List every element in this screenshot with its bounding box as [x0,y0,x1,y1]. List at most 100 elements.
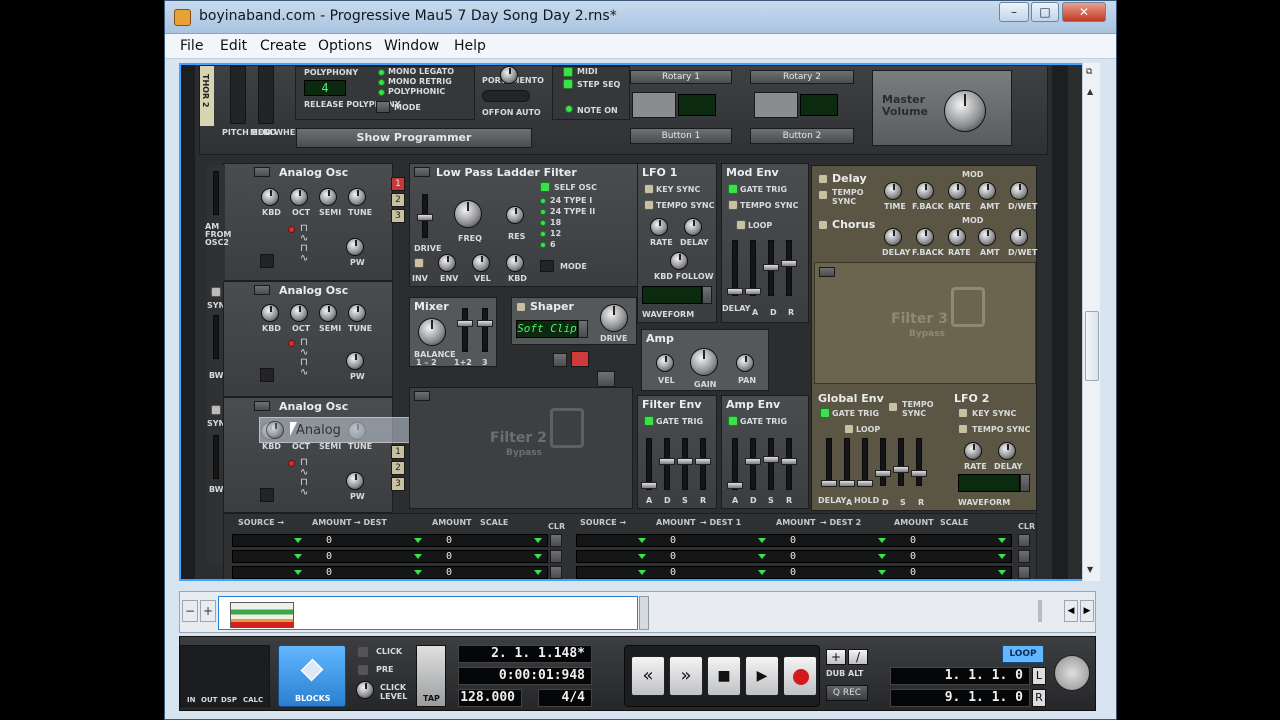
amp-pan-knob[interactable] [736,354,754,372]
mod-env-gate-trig-led[interactable] [728,184,738,194]
filter-env-d-cap[interactable] [659,458,675,465]
osc1-tune-knob[interactable] [348,188,366,206]
mixer-balance-knob[interactable] [418,318,446,346]
mod-left-clr-1[interactable] [550,534,562,547]
chevron-down-icon[interactable] [758,570,766,575]
osc1-oct-knob[interactable] [290,188,308,206]
zoom-out-icon[interactable]: − [182,600,198,622]
global-env-s-cap[interactable] [893,466,909,473]
filter1-res-knob[interactable] [506,206,524,224]
osc2-kbd-knob[interactable] [261,304,279,322]
show-programmer-button[interactable]: Show Programmer [296,128,532,148]
menu-create[interactable]: Create [260,38,307,54]
osc1-slot-1[interactable]: 1 [391,177,405,191]
delay-enable-button[interactable] [818,174,828,184]
lfo1-key-sync-button[interactable] [644,184,654,194]
mod-left-amount2-1[interactable]: 0 [446,535,452,546]
chevron-down-icon[interactable] [414,538,422,543]
amp-gain-knob[interactable] [690,348,718,376]
filter-type-5[interactable]: 6 [550,240,556,249]
chevron-down-icon[interactable] [414,554,422,559]
title-bar[interactable]: boyinaband.com - Progressive Mau5 7 Day … [165,1,1116,34]
delay-amt-knob[interactable] [978,182,996,200]
filter3-type-selector[interactable] [819,267,835,277]
chevron-down-icon[interactable] [294,570,302,575]
click-toggle[interactable] [358,647,368,657]
osc2-bw-fader[interactable] [213,315,219,359]
chevron-down-icon[interactable] [534,554,542,559]
filter1-drive-cap[interactable] [417,214,433,221]
amp-env-s-cap[interactable] [763,456,779,463]
lfo1-kbd-follow-knob[interactable] [670,252,688,270]
chevron-down-icon[interactable] [998,538,1006,543]
mod-env-r-fader[interactable] [786,240,792,296]
amp-env-gate-trig-led[interactable] [728,416,738,426]
chevron-down-icon[interactable] [638,570,646,575]
chevron-down-icon[interactable] [638,538,646,543]
precount-toggle[interactable] [358,665,368,675]
mixer-fader-3-cap[interactable] [477,320,493,327]
scroll-right-icon[interactable]: ▶ [1080,600,1094,622]
osc1-slot-2[interactable]: 2 [391,193,405,207]
lfo2-waveform-display[interactable] [958,474,1020,492]
filter1-vel-knob[interactable] [472,254,490,272]
lfo1-waveform-display[interactable] [642,286,702,304]
menu-file[interactable]: File [180,38,203,54]
delay-tempo-sync-button[interactable] [818,190,828,200]
global-env-loop-button[interactable] [844,424,854,434]
filter-type-1[interactable]: 24 TYPE I [550,196,592,205]
mod-right-amount1-3[interactable]: 0 [670,567,676,578]
detach-icon[interactable]: ⧉ [1086,67,1092,77]
mod-left-amount-3[interactable]: 0 [326,567,332,578]
delay-time-knob[interactable] [884,182,902,200]
osc3-bw-fader[interactable] [213,435,219,479]
time-signature-display[interactable]: 4/4 [538,689,592,707]
osc3-sub-button[interactable] [260,488,274,502]
shaper-enable-button[interactable] [516,302,526,312]
shaper-mode-spinner[interactable] [578,320,588,338]
mod-right-amount2-1[interactable]: 0 [790,535,796,546]
mod-env-r-cap[interactable] [781,260,797,267]
chevron-down-icon[interactable] [534,538,542,543]
osc3-pw-knob[interactable] [346,472,364,490]
mod-left-row-2[interactable] [232,550,548,563]
left-locator-display[interactable]: 1. 1. 1. 0 [890,667,1030,685]
filter1-type-selector[interactable] [414,167,430,177]
mod-right-clr-2[interactable] [1018,550,1030,563]
mod-env-tempo-sync-button[interactable] [728,200,738,210]
maximize-button[interactable]: □ [1031,2,1059,22]
global-env-d-fader[interactable] [880,438,886,486]
lfo2-waveform-spinner[interactable] [1020,474,1030,492]
osc1-kbd-knob[interactable] [261,188,279,206]
polyphony-display[interactable]: 4 [304,80,346,96]
osc2-type-selector[interactable] [254,285,270,295]
osc2-sub-button[interactable] [260,368,274,382]
chevron-down-icon[interactable] [878,570,886,575]
osc2-pw-knob[interactable] [346,352,364,370]
mixer-fader-12-cap[interactable] [457,320,473,327]
filter2-route[interactable] [597,371,615,387]
osc2-semi-knob[interactable] [319,304,337,322]
chevron-down-icon[interactable] [294,538,302,543]
left-locator-button[interactable]: L [1032,667,1046,685]
mod-right-amount3-1[interactable]: 0 [910,535,916,546]
mod-right-clr-1[interactable] [1018,534,1030,547]
mod-env-a-cap[interactable] [745,288,761,295]
global-env-a-cap[interactable] [839,480,855,487]
chevron-down-icon[interactable] [294,554,302,559]
key-mode-button[interactable] [376,101,390,113]
right-locator-display[interactable]: 9. 1. 1. 0 [890,689,1030,707]
filter1-inv-button[interactable] [414,258,424,268]
global-env-gate-trig-led[interactable] [820,408,830,418]
filter-env-s-cap[interactable] [677,458,693,465]
osc1-waveform-led[interactable] [288,226,295,233]
filter-env-r-cap[interactable] [695,458,711,465]
chorus-enable-button[interactable] [818,220,828,230]
loop-button[interactable]: LOOP [1002,645,1044,663]
master-volume-knob[interactable] [944,90,986,132]
global-env-tempo-sync-button[interactable] [888,402,898,412]
chevron-down-icon[interactable] [998,554,1006,559]
shaper-mode-display[interactable]: Soft Clip [516,320,578,338]
amp-env-d-cap[interactable] [745,458,761,465]
chevron-down-icon[interactable] [414,570,422,575]
